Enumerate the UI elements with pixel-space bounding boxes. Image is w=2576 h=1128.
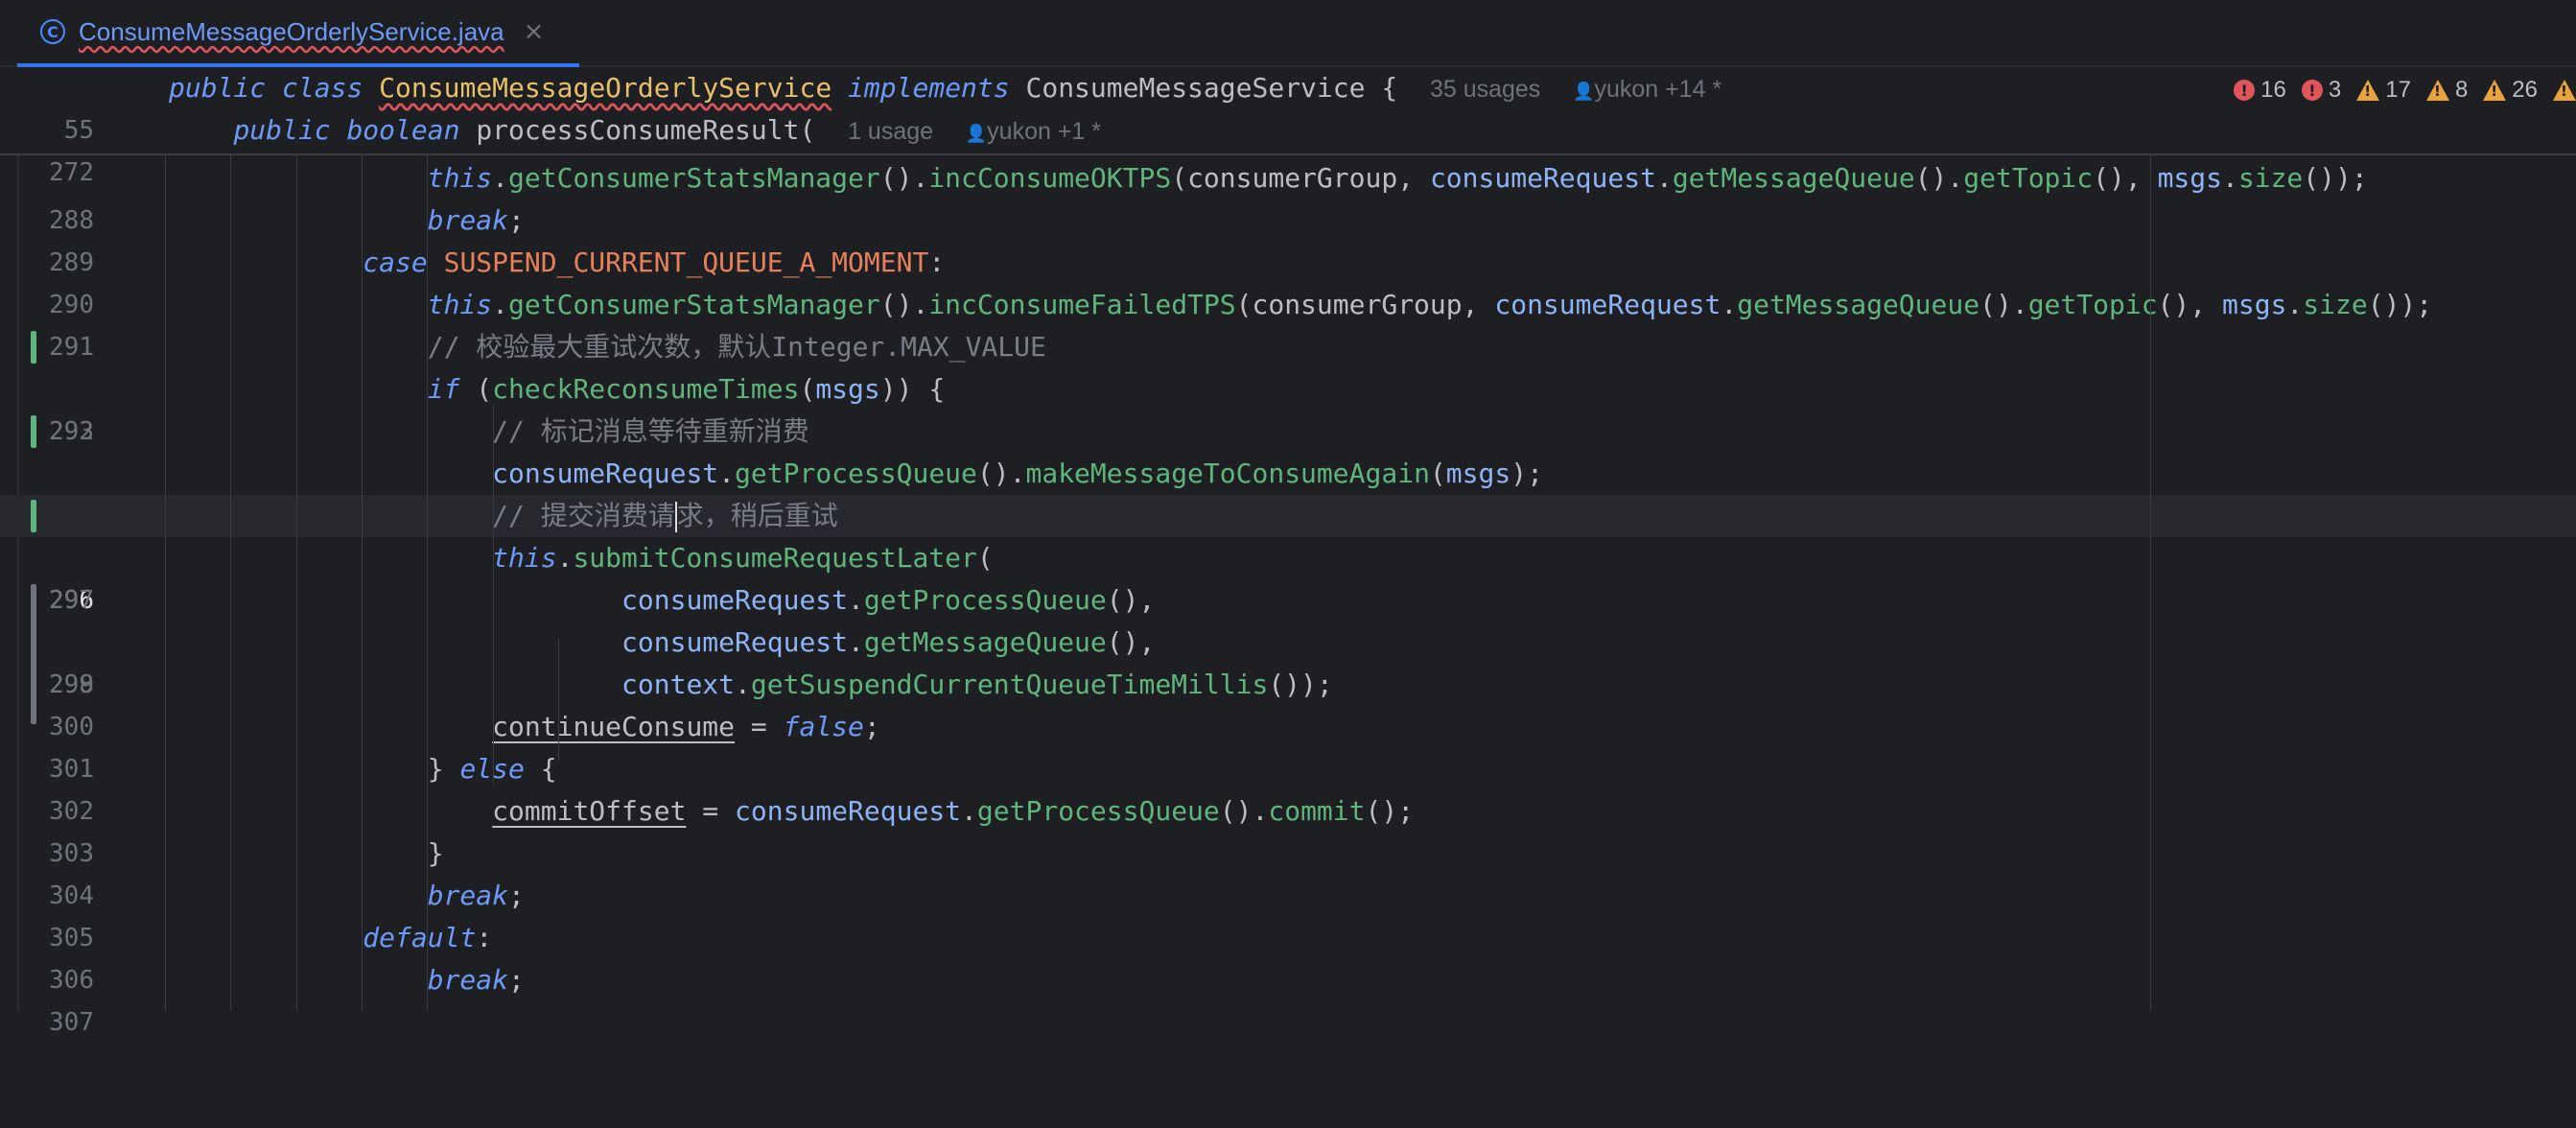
code-line-305[interactable]: 305 break;: [0, 875, 2576, 952]
editor-tab-bar: C ConsumeMessageOrderlyService.java ×: [0, 0, 2576, 67]
warning-icon: [2356, 80, 2380, 101]
inspection-widget[interactable]: !16 !3 17 8 26: [2234, 77, 2576, 104]
warning-count-badge: 17: [2356, 77, 2411, 104]
indent-guide: [558, 639, 559, 762]
tab-label: ConsumeMessageOrderlyService.java: [79, 16, 504, 46]
error-icon: !: [2234, 80, 2256, 101]
code-text: context.getSuspendCurrentQueueTimeMillis…: [621, 669, 1333, 700]
code-text: } else {: [169, 753, 557, 785]
code-line-304[interactable]: 304 }: [0, 833, 2576, 910]
indent-guide: [427, 155, 428, 1011]
error-icon: !: [2301, 80, 2323, 101]
class-icon: C: [40, 19, 65, 44]
indent-guide: [296, 155, 297, 1011]
sticky-line[interactable]: 55 public class ConsumeMessageOrderlySer…: [0, 67, 2576, 145]
usages-hint[interactable]: 35 usages: [1430, 76, 1540, 103]
code-text: this.submitConsumeRequestLater(: [492, 542, 994, 574]
code-line-293[interactable]: 293 if (checkReconsumeTimes(msgs)) {: [0, 368, 2576, 446]
change-marker-added[interactable]: [31, 415, 36, 448]
code-text: continueConsume = false;: [492, 711, 880, 742]
code-text: break;: [427, 964, 525, 996]
user-icon: 👤: [965, 124, 988, 143]
indent-guide: [165, 155, 166, 1011]
user-icon: 👤: [1573, 82, 1595, 101]
warning-icon: [2483, 80, 2507, 101]
change-marker-added[interactable]: [31, 500, 36, 532]
line-number: 272: [49, 158, 94, 187]
warning-icon: [2425, 80, 2449, 101]
indent-guide: [493, 405, 494, 785]
code-line-302[interactable]: 302 } else {: [0, 748, 2576, 826]
editor-tab[interactable]: C ConsumeMessageOrderlyService.java ×: [17, 0, 579, 67]
code-line-291[interactable]: 291 this.getConsumerStatsManager().incCo…: [0, 284, 2576, 362]
code-line-303[interactable]: 303 commitOffset = consumeRequest.getPro…: [0, 790, 2576, 868]
code-text: if (checkReconsumeTimes(msgs)) {: [427, 373, 946, 405]
author-hint[interactable]: 👤yukon +14 *: [1573, 76, 1721, 103]
code-text: consumeRequest.getProcessQueue().makeMes…: [492, 458, 1543, 489]
code-text: // 提交消费请求，稍后重试: [492, 500, 838, 532]
code-text: consumeRequest.getProcessQueue(),: [621, 584, 1156, 616]
indent-guide: [230, 155, 231, 1011]
code-text: // 标记消息等待重新消费: [492, 415, 809, 447]
code-line-299[interactable]: 299 consumeRequest.getMessageQueue(),: [0, 622, 2576, 699]
error-count-badge: ! 16: [2234, 77, 2286, 104]
sticky-scroll-header: 55 public class ConsumeMessageOrderlySer…: [0, 67, 2576, 187]
code-text: break;: [427, 880, 525, 911]
warning-count-badge: 26: [2483, 77, 2538, 104]
code-line-297[interactable]: 297 this.submitConsumeRequestLater(: [0, 537, 2576, 615]
code-line-288[interactable]: 288 this.getConsumerStatsManager().incCo…: [0, 157, 2576, 235]
code-line-300[interactable]: 300 context.getSuspendCurrentQueueTimeMi…: [0, 664, 2576, 741]
code-text: consumeRequest.getMessageQueue(),: [621, 626, 1156, 658]
code-line-307[interactable]: 307 break;: [0, 959, 2576, 1037]
right-margin-guide: [2150, 155, 2151, 1011]
code-text: commitOffset = consumeRequest.getProcess…: [492, 795, 1415, 827]
change-marker-added[interactable]: [31, 331, 36, 364]
code-line-298[interactable]: 298 consumeRequest.getProcessQueue(),: [0, 579, 2576, 724]
code-line: public boolean processConsumeResult( 1 u…: [233, 114, 1102, 146]
code-text: default:: [363, 922, 493, 953]
line-number: 307: [49, 1008, 94, 1037]
code-line-290[interactable]: 290 case SUSPEND_CURRENT_QUEUE_A_MOMENT:: [0, 242, 2576, 319]
code-line: public class ConsumeMessageOrderlyServic…: [169, 72, 1722, 104]
code-text: case SUSPEND_CURRENT_QUEUE_A_MOMENT:: [363, 247, 946, 278]
code-line-292[interactable]: 292 // 校验最大重试次数，默认Integer.MAX_VALUE: [0, 326, 2576, 446]
code-line-306[interactable]: 306 default:: [0, 917, 2576, 995]
code-text: // 校验最大重试次数，默认Integer.MAX_VALUE: [427, 331, 1046, 363]
code-line-296-current[interactable]: 296 // 提交消费请求，稍后重试: [0, 495, 2576, 615]
close-icon[interactable]: ×: [524, 17, 545, 46]
author-hint[interactable]: 👤yukon +1 *: [966, 118, 1101, 145]
usages-hint[interactable]: 1 usage: [848, 118, 933, 145]
code-text: this.getConsumerStatsManager().incConsum…: [427, 162, 2368, 194]
code-editor[interactable]: 55 public class ConsumeMessageOrderlySer…: [0, 67, 2576, 1037]
error-count-badge: ! 3: [2301, 77, 2341, 104]
code-line-295[interactable]: 295 consumeRequest.getProcessQueue().mak…: [0, 453, 2576, 530]
code-text: break;: [427, 204, 525, 236]
code-line-301[interactable]: 301 continueConsume = false;: [0, 706, 2576, 784]
code-line-294[interactable]: 294 // 标记消息等待重新消费: [0, 411, 2576, 530]
code-text: this.getConsumerStatsManager().incConsum…: [427, 289, 2433, 320]
code-text: }: [169, 837, 444, 869]
code-line-289[interactable]: 289 break;: [0, 200, 2576, 277]
warning-count-badge: [2553, 80, 2576, 101]
warning-icon: [2553, 80, 2576, 101]
warning-count-badge: 8: [2425, 77, 2468, 104]
indent-guide: [362, 155, 363, 1011]
sticky-line[interactable]: 272 public boolean processConsumeResult(…: [0, 109, 2576, 187]
